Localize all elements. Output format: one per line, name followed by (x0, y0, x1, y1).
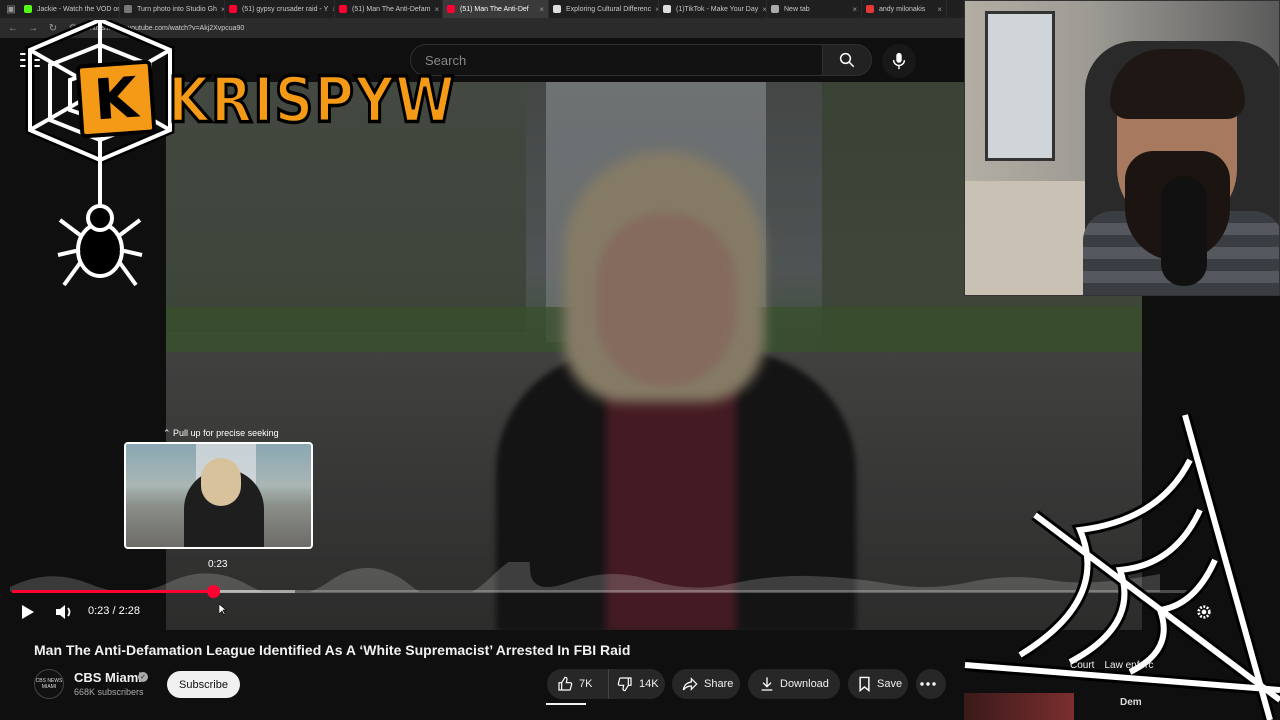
browser-tab[interactable]: Exploring Cultural Differenc× (549, 0, 659, 18)
like-ratio-indicator (546, 703, 586, 705)
like-button[interactable]: 7K (547, 669, 609, 699)
search-input[interactable]: Search (410, 44, 822, 76)
browser-tab[interactable]: (51) Man The Anti-Def × (443, 0, 549, 18)
tab-close-icon[interactable]: × (651, 5, 658, 14)
webcam-microphone (1161, 176, 1207, 286)
tab-close-icon[interactable]: × (430, 5, 439, 14)
download-button[interactable]: Download (748, 669, 840, 699)
share-label: Share (704, 678, 734, 690)
tab-favicon-icon (124, 5, 132, 13)
tab-favicon-icon (553, 5, 561, 13)
brand-wordmark: KRISPYW (167, 62, 457, 138)
save-button[interactable]: Save (848, 669, 908, 699)
browser-tab[interactable]: (1)TikTok - Make Your Day × (659, 0, 767, 18)
tab-label: andy milonakis (879, 5, 926, 13)
channel-avatar[interactable]: CBS NEWS MIAMI (34, 669, 64, 699)
tab-favicon-icon (447, 5, 455, 13)
play-button[interactable] (18, 602, 38, 622)
tab-label: (51) gypsy crusader raid - Y (242, 5, 329, 13)
dislike-count: 14K (639, 678, 659, 690)
browser-tab[interactable]: Jackie - Watch the VOD on× (20, 0, 120, 18)
preview-reporter-head (201, 458, 241, 506)
seek-preview-thumbnail (124, 442, 313, 549)
subscriber-count: 668K subscribers (74, 687, 144, 697)
tab-label: Exploring Cultural Differenc (566, 5, 652, 13)
dislike-button[interactable]: 14K (609, 669, 659, 699)
mute-button[interactable] (54, 602, 74, 622)
seek-hint: ⌃ Pull up for precise seeking (163, 428, 279, 438)
window-icon[interactable]: ▣ (4, 2, 18, 16)
search-icon (839, 52, 855, 68)
chip-court[interactable]: Court (1070, 660, 1094, 671)
webcam-room-shelf (985, 11, 1055, 161)
tab-favicon-icon (663, 5, 671, 13)
browser-tab[interactable]: (51) Man The Anti-Defam × (335, 0, 443, 18)
like-count: 7K (579, 678, 593, 690)
progress-played (12, 590, 213, 593)
browser-tab[interactable]: Turn photo into Studio Gh× (120, 0, 225, 18)
streamer-brand-overlay: K KRISPYW (20, 20, 456, 290)
browser-tab-strip: ▣ Jackie - Watch the VOD on×Turn photo i… (0, 0, 965, 18)
bookmark-icon (859, 676, 870, 692)
tab-favicon-icon (866, 5, 874, 13)
brand-letter-badge: K (75, 59, 157, 139)
play-icon (22, 605, 34, 619)
tab-favicon-icon (339, 5, 347, 13)
share-button[interactable]: Share (672, 669, 740, 699)
search-button[interactable] (822, 44, 872, 76)
browser-tab[interactable]: andy milonakis × (862, 0, 947, 18)
browser-tab[interactable]: New tab × (767, 0, 862, 18)
like-dislike-group: 7K 14K (547, 669, 665, 699)
spider-web-logo-icon (25, 20, 175, 287)
download-icon (761, 677, 773, 691)
related-chips: Court Law enforc (1070, 660, 1153, 671)
tab-label: New tab (784, 5, 810, 13)
progress-scrubber-handle[interactable] (206, 585, 220, 598)
microphone-icon (892, 52, 906, 70)
thumbs-up-icon (558, 676, 573, 691)
streamer-webcam (964, 0, 1280, 296)
recommended-video-thumbnail[interactable] (964, 693, 1074, 720)
tab-label: (51) Man The Anti-Defam (352, 5, 431, 13)
tab-close-icon[interactable]: × (328, 5, 334, 14)
download-label: Download (780, 678, 829, 690)
verified-badge-icon: ✓ (138, 672, 148, 682)
spider-web-corner-icon (964, 413, 1280, 720)
channel-name[interactable]: CBS Miami (74, 670, 142, 685)
webcam-streamer-hair (1110, 49, 1245, 119)
share-icon (682, 677, 698, 691)
more-horizontal-icon (920, 682, 936, 686)
thumbs-down-icon (617, 677, 632, 692)
more-actions-button[interactable] (916, 669, 946, 699)
tab-close-icon[interactable]: × (535, 5, 544, 14)
volume-icon (56, 605, 71, 619)
tab-favicon-icon (771, 5, 779, 13)
time-readout: 0:23 / 2:28 (88, 605, 140, 617)
subscribe-button[interactable]: Subscribe (167, 671, 240, 698)
tab-label: Turn photo into Studio Gh (137, 5, 217, 13)
tab-label: (1)TikTok - Make Your Day (676, 5, 759, 13)
tab-close-icon[interactable]: × (217, 5, 224, 14)
save-label: Save (877, 678, 903, 690)
tab-favicon-icon (24, 5, 32, 13)
tab-close-icon[interactable]: × (848, 5, 857, 14)
back-icon[interactable]: ← (6, 21, 20, 35)
tab-close-icon[interactable]: × (758, 5, 766, 14)
recommended-video-title[interactable]: Dem (1120, 697, 1142, 708)
video-title: Man The Anti-Defamation League Identifie… (34, 642, 631, 658)
mouse-cursor-icon (219, 604, 227, 616)
tab-label: (51) Man The Anti-Def (460, 5, 529, 13)
tab-label: Jackie - Watch the VOD on (37, 5, 120, 13)
voice-search-button[interactable] (882, 44, 916, 78)
tab-close-icon[interactable]: × (933, 5, 942, 14)
chip-law-enforcement[interactable]: Law enforc (1104, 660, 1153, 671)
browser-tab[interactable]: (51) gypsy crusader raid - Y× (225, 0, 335, 18)
tab-favicon-icon (229, 5, 237, 13)
